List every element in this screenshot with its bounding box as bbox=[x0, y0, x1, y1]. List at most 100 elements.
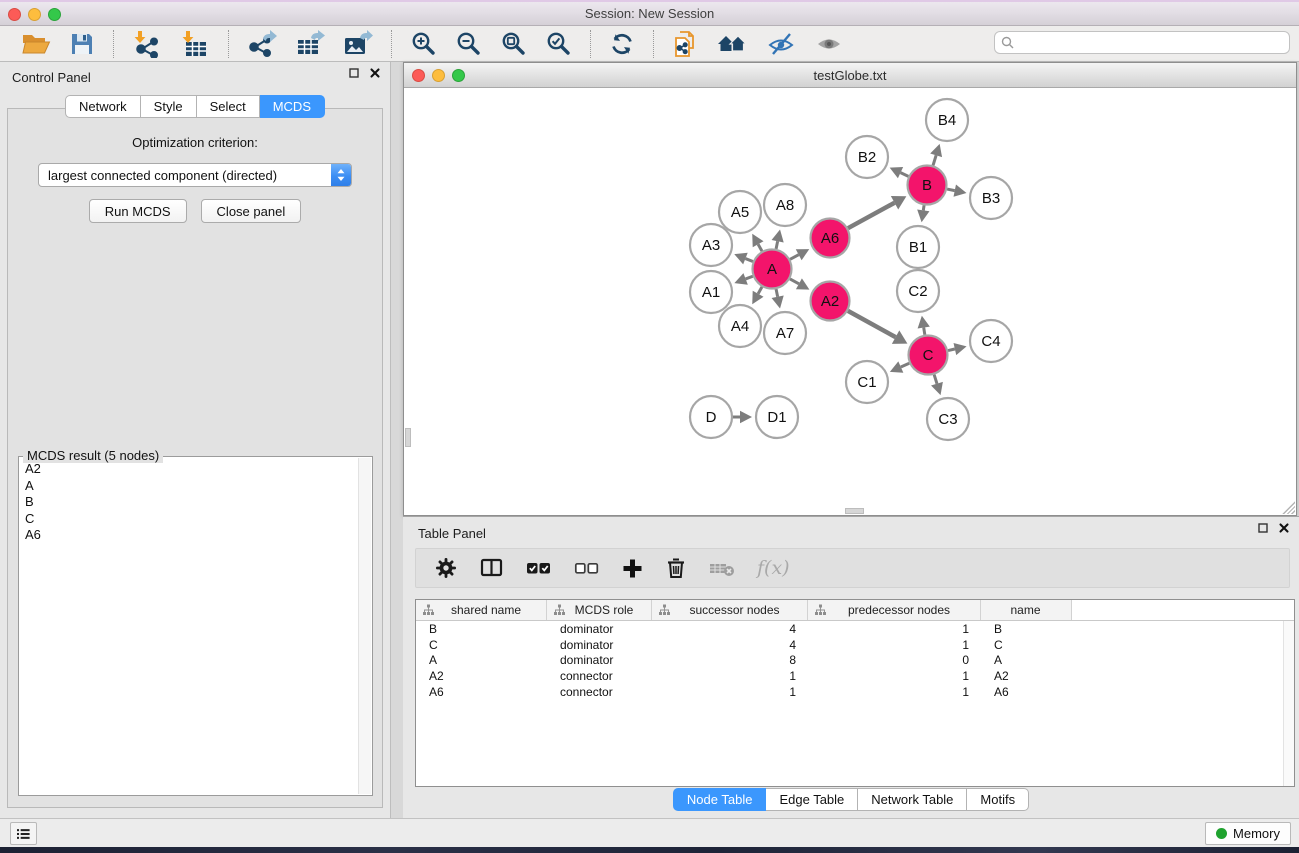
table-cell[interactable]: A bbox=[416, 653, 547, 667]
new-network-from-selection-button[interactable] bbox=[668, 28, 702, 60]
table-cell[interactable]: dominator bbox=[547, 638, 652, 652]
table-cell[interactable]: A2 bbox=[981, 669, 1072, 683]
graph-edge-B-B1[interactable] bbox=[923, 205, 924, 210]
delete-table-button[interactable] bbox=[708, 556, 736, 580]
graph-edge-C-C1[interactable] bbox=[901, 363, 909, 367]
table-row[interactable]: Cdominator41C bbox=[416, 637, 1294, 653]
export-image-button[interactable] bbox=[339, 28, 377, 60]
table-cell[interactable]: connector bbox=[547, 669, 652, 683]
zoom-fit-button[interactable] bbox=[496, 28, 531, 60]
horizontal-scroll-thumb[interactable] bbox=[845, 508, 864, 514]
table-cell[interactable]: connector bbox=[547, 685, 652, 699]
graph-edge-A6-B[interactable] bbox=[848, 203, 895, 228]
close-panel-action-button[interactable]: Close panel bbox=[201, 199, 302, 223]
first-neighbors-button[interactable] bbox=[712, 28, 752, 60]
table-cell[interactable]: 1 bbox=[808, 669, 981, 683]
column-header-name[interactable]: name bbox=[981, 600, 1072, 620]
graph-edge-A-A1[interactable] bbox=[746, 276, 753, 279]
graph-edge-A-A3[interactable] bbox=[745, 259, 752, 262]
zoom-in-button[interactable] bbox=[406, 28, 441, 60]
delete-columns-button[interactable] bbox=[665, 556, 687, 580]
graph-edge-A-A7[interactable] bbox=[776, 289, 778, 297]
table-row[interactable]: Bdominator41B bbox=[416, 621, 1294, 637]
resize-grip[interactable] bbox=[1280, 499, 1295, 514]
split-view-button[interactable] bbox=[479, 556, 504, 580]
graph-edge-C-C3[interactable] bbox=[934, 375, 937, 384]
graph-edge-B-B3[interactable] bbox=[947, 189, 955, 191]
function-builder-button[interactable]: f(x) bbox=[757, 557, 790, 579]
close-table-panel-button[interactable] bbox=[1279, 523, 1289, 533]
graph-edge-A2-C[interactable] bbox=[848, 311, 896, 337]
table-cell[interactable]: 0 bbox=[808, 653, 981, 667]
select-all-columns-button[interactable] bbox=[525, 556, 552, 580]
table-cell[interactable]: 4 bbox=[652, 622, 808, 636]
float-panel-button[interactable] bbox=[349, 68, 359, 78]
network-canvas[interactable]: B4B2BB3A8A5A6A3B1AA1C2A2A4A7C4CC1C3DD1 bbox=[404, 88, 1296, 515]
memory-button[interactable]: Memory bbox=[1205, 822, 1291, 845]
column-settings-button[interactable] bbox=[434, 556, 458, 580]
column-header-MCDS-role[interactable]: MCDS role bbox=[547, 600, 652, 620]
task-history-button[interactable] bbox=[10, 822, 37, 845]
result-list-item[interactable]: C bbox=[20, 511, 358, 528]
graph-edge-C-C4[interactable] bbox=[948, 349, 955, 351]
graph-edge-B-B2[interactable] bbox=[901, 173, 909, 177]
graph-edge-C-C2[interactable] bbox=[924, 328, 925, 335]
network-window-titlebar[interactable]: testGlobe.txt bbox=[404, 63, 1296, 88]
apply-layout-button[interactable] bbox=[605, 28, 639, 60]
graph-edge-A-A8[interactable] bbox=[776, 241, 778, 249]
table-cell[interactable]: 1 bbox=[808, 622, 981, 636]
table-cell[interactable]: 1 bbox=[652, 669, 808, 683]
table-row[interactable]: A2connector11A2 bbox=[416, 668, 1294, 684]
tab-style[interactable]: Style bbox=[141, 95, 197, 118]
close-panel-button[interactable] bbox=[370, 68, 380, 78]
column-header-predecessor-nodes[interactable]: predecessor nodes bbox=[808, 600, 981, 620]
table-cell[interactable]: A bbox=[981, 653, 1072, 667]
tab-mcds[interactable]: MCDS bbox=[260, 95, 325, 118]
tab-network-table[interactable]: Network Table bbox=[858, 788, 967, 811]
column-header-successor-nodes[interactable]: successor nodes bbox=[652, 600, 808, 620]
table-cell[interactable]: C bbox=[981, 638, 1072, 652]
table-scrollbar[interactable] bbox=[1283, 621, 1294, 786]
export-table-button[interactable] bbox=[291, 28, 329, 60]
graph-edge-B-B4[interactable] bbox=[933, 155, 936, 165]
table-cell[interactable]: 1 bbox=[808, 685, 981, 699]
table-cell[interactable]: 1 bbox=[808, 638, 981, 652]
table-row[interactable]: A6connector11A6 bbox=[416, 684, 1294, 700]
graph-edge-A-A2[interactable] bbox=[790, 279, 799, 284]
table-cell[interactable]: A6 bbox=[416, 685, 547, 699]
result-list-item[interactable]: A2 bbox=[20, 461, 358, 478]
save-session-button[interactable] bbox=[65, 28, 99, 60]
zoom-selected-button[interactable] bbox=[541, 28, 576, 60]
tab-network[interactable]: Network bbox=[65, 95, 141, 118]
table-cell[interactable]: 4 bbox=[652, 638, 808, 652]
result-scrollbar[interactable] bbox=[358, 458, 371, 794]
table-cell[interactable]: B bbox=[981, 622, 1072, 636]
table-cell[interactable]: A2 bbox=[416, 669, 547, 683]
tab-edge-table[interactable]: Edge Table bbox=[766, 788, 858, 811]
tab-motifs[interactable]: Motifs bbox=[967, 788, 1029, 811]
graph-edge-A-A6[interactable] bbox=[790, 255, 799, 260]
table-cell[interactable]: dominator bbox=[547, 622, 652, 636]
result-list-item[interactable]: A bbox=[20, 478, 358, 495]
show-all-button[interactable] bbox=[810, 28, 848, 60]
tab-node-table[interactable]: Node Table bbox=[673, 788, 767, 811]
graph-edge-A-A4[interactable] bbox=[758, 287, 762, 294]
run-mcds-button[interactable]: Run MCDS bbox=[89, 199, 187, 223]
float-table-panel-button[interactable] bbox=[1258, 523, 1268, 533]
search-input[interactable] bbox=[1014, 36, 1289, 50]
search-field[interactable] bbox=[994, 31, 1290, 54]
table-cell[interactable]: B bbox=[416, 622, 547, 636]
open-session-button[interactable] bbox=[17, 28, 55, 60]
zoom-out-button[interactable] bbox=[451, 28, 486, 60]
criterion-select[interactable]: largest connected component (directed) bbox=[38, 163, 352, 187]
tab-select[interactable]: Select bbox=[197, 95, 260, 118]
table-row[interactable]: Adominator80A bbox=[416, 653, 1294, 669]
import-table-button[interactable] bbox=[176, 28, 214, 60]
vertical-scroll-thumb[interactable] bbox=[405, 428, 411, 447]
hide-selected-button[interactable] bbox=[762, 28, 800, 60]
deselect-all-columns-button[interactable] bbox=[573, 556, 600, 580]
table-cell[interactable]: 1 bbox=[652, 685, 808, 699]
table-cell[interactable]: A6 bbox=[981, 685, 1072, 699]
table-cell[interactable]: dominator bbox=[547, 653, 652, 667]
create-column-button[interactable] bbox=[621, 557, 644, 580]
